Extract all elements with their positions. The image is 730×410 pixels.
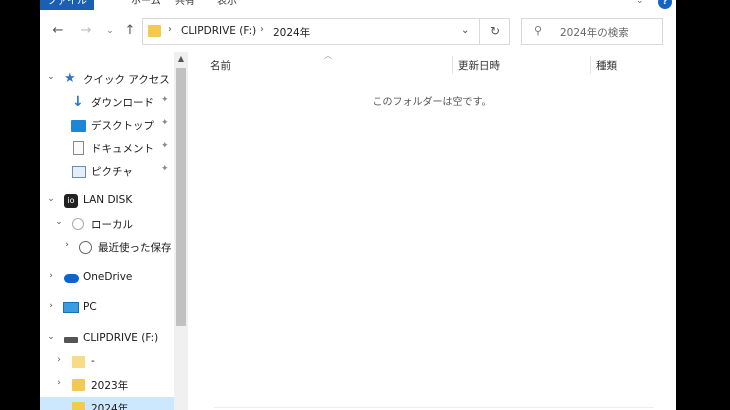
scrollbar-thumb[interactable] [176,68,186,326]
address-dropdown-chevron-icon[interactable]: ⌄ [461,25,469,36]
sidebar-item-2023[interactable]: › 2023年 [40,374,174,396]
chevron-down-icon[interactable]: ⌄ [46,332,56,342]
pictures-icon [72,166,86,178]
search-icon: ⚲ [534,24,543,37]
sidebar-item-label: クイック アクセス [83,74,170,86]
chevron-down-icon[interactable]: ⌄ [46,72,56,82]
sidebar-item-label: ローカル [91,219,133,231]
sidebar-item-lan-disk[interactable]: ⌄ io LAN DISK [40,190,174,212]
sidebar-item-label: デスクトップ [91,120,154,132]
pin-icon: ✦ [161,95,169,105]
column-header-type[interactable]: 種類 [596,58,617,74]
sidebar-item-label: LAN DISK [83,194,133,206]
pc-icon [63,302,79,313]
column-header-date-modified[interactable]: 更新日時 [458,58,500,74]
folder-icon [148,25,161,37]
download-icon: ↓ [72,94,84,110]
chevron-right-icon[interactable]: › [54,355,64,365]
clock-icon [79,241,92,254]
sidebar-item-label: PC [83,301,97,313]
sidebar-item-label: - [91,355,95,367]
search-input[interactable]: ⚲ 2024年の検索 [521,18,663,45]
local-icon [72,218,84,230]
sidebar-item-label: CLIPDRIVE (F:) [83,332,159,344]
scroll-up-arrow-icon[interactable]: ▲ [174,52,188,66]
refresh-button[interactable]: ↻ [479,19,510,44]
document-icon [73,141,84,155]
sidebar-item-local[interactable]: ⌄ ローカル [40,213,174,235]
chevron-right-icon[interactable]: › [54,378,64,388]
sort-ascending-icon: ︿ [324,51,332,60]
sidebar-item-pc[interactable]: › PC [40,297,174,319]
sidebar-item-quick-access[interactable]: ⌄ ★ クイック アクセス [40,68,174,90]
column-divider[interactable] [452,56,453,74]
lan-disk-icon: io [64,194,78,208]
column-divider[interactable] [590,56,591,74]
pin-icon: ✦ [161,164,169,174]
star-icon: ★ [64,71,76,86]
sidebar-item-onedrive[interactable]: › OneDrive [40,267,174,289]
help-icon[interactable]: ? [658,0,672,9]
desktop-icon [71,120,86,132]
ribbon-expand-chevron-icon[interactable]: ⌄ [636,0,644,6]
nav-pane-scrollbar[interactable]: ▲ [174,52,188,410]
breadcrumb-2024[interactable]: 2024年 [273,25,310,40]
sidebar-item-label: ピクチャ [91,166,133,178]
search-placeholder: 2024年の検索 [560,27,629,39]
navigation-bar: ← → ⌄ ↑ › CLIPDRIVE (F:) › 2024年 ⌄ ↻ ⚲ 2… [40,12,676,52]
sidebar-item-label: OneDrive [83,271,133,283]
column-header-name[interactable]: 名前 [210,58,231,74]
folder-icon [72,379,85,391]
chevron-right-icon[interactable]: › [62,240,72,250]
sidebar-item-label: ドキュメント [91,143,154,155]
address-bar[interactable]: › CLIPDRIVE (F:) › 2024年 ⌄ ↻ [142,18,510,45]
recent-locations-chevron-icon[interactable]: ⌄ [100,21,120,41]
file-explorer-window: ファイル ホーム 共有 表示 ⌄ ? ← → ⌄ ↑ › CLIPDRIVE (… [40,0,676,410]
chevron-right-icon[interactable]: › [46,271,56,281]
sidebar-item-label: 2023年 [91,380,129,392]
breadcrumb-clipdrive[interactable]: CLIPDRIVE (F:) [181,25,256,37]
ribbon: ファイル ホーム 共有 表示 ⌄ ? [40,0,676,12]
chevron-right-icon[interactable]: › [46,301,56,311]
cloud-icon [64,274,79,283]
back-button[interactable]: ← [48,21,68,41]
folder-icon [72,356,85,368]
empty-folder-message: このフォルダーは空です。 [372,97,492,108]
up-button[interactable]: ↑ [120,21,140,41]
pin-icon: ✦ [161,141,169,151]
sidebar-item-label: ダウンロード [91,97,154,109]
sidebar-item-pictures[interactable]: ピクチャ ✦ [40,160,174,182]
forward-button[interactable]: → [76,21,96,41]
sidebar-item-2024[interactable]: 2024年 [40,397,174,410]
folder-icon [72,402,85,410]
pin-icon: ✦ [161,118,169,128]
sidebar-item-recent-save[interactable]: › 最近使った保存 [40,236,174,258]
sidebar-item-label: 最近使った保存 [98,242,172,254]
chevron-down-icon[interactable]: ⌄ [46,194,56,204]
tab-home[interactable]: ホーム [124,0,168,10]
chevron-down-icon[interactable]: ⌄ [54,217,64,227]
tab-file[interactable]: ファイル [40,0,94,10]
sidebar-item-documents[interactable]: ドキュメント ✦ [40,137,174,159]
sidebar-item-desktop[interactable]: デスクトップ ✦ [40,114,174,136]
sidebar-item-folder-dash[interactable]: › - [40,351,174,373]
navigation-pane: ⌄ ★ クイック アクセス ↓ ダウンロード ✦ デスクトップ ✦ ドキュメント… [40,52,188,410]
divider [214,407,654,408]
file-list[interactable]: ︿ 名前 更新日時 種類 このフォルダーは空です。 [188,51,676,410]
tab-share[interactable]: 共有 [168,0,202,10]
sidebar-item-downloads[interactable]: ↓ ダウンロード ✦ [40,91,174,113]
tab-view[interactable]: 表示 [210,0,244,10]
sidebar-item-clipdrive[interactable]: ⌄ CLIPDRIVE (F:) [40,328,174,350]
sidebar-item-label: 2024年 [91,403,129,410]
breadcrumb-chevron-icon[interactable]: › [260,24,264,35]
drive-icon [64,337,78,343]
breadcrumb-chevron-icon[interactable]: › [168,24,172,35]
